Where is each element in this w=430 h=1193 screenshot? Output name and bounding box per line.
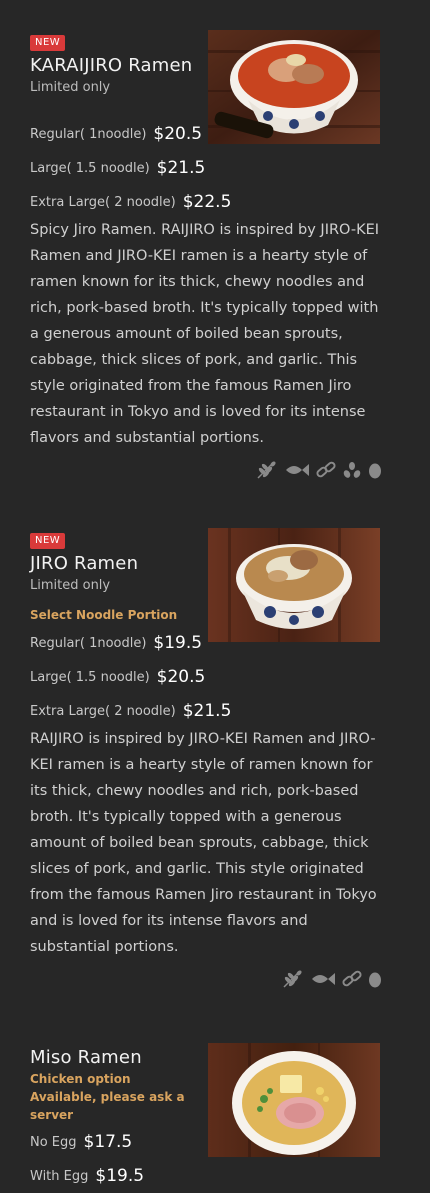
miso-ramen-photo: [208, 1043, 380, 1157]
size-price: $20.5: [153, 124, 203, 144]
size-option-extra-large[interactable]: Extra Large( 2 noodle) $22.5: [30, 185, 382, 219]
jiro-ramen-photo: [208, 528, 380, 642]
option-with-egg[interactable]: With Egg $19.5: [30, 1159, 382, 1193]
size-price: $21.5: [156, 158, 206, 178]
size-label: Large( 1.5 noodle): [30, 160, 150, 176]
karaijiro-ramen-photo: [208, 30, 380, 144]
new-badge: NEW: [30, 533, 66, 549]
item-description: Spicy Jiro Ramen. RAIJIRO is inspired by…: [30, 222, 380, 446]
size-option-large[interactable]: Large( 1.5 noodle) $21.5: [30, 151, 382, 185]
menu-item-karaijiro-ramen[interactable]: NEW KARAIJIRO Ramen Limited only Regular…: [30, 30, 382, 479]
menu-item-jiro-ramen[interactable]: NEW JIRO Ramen Limited only Select Noodl…: [30, 528, 382, 988]
option-price: $19.5: [95, 1166, 145, 1186]
chain-icon: [342, 970, 362, 988]
fish-icon: [310, 970, 336, 988]
size-label: Regular( 1noodle): [30, 126, 147, 142]
size-price: $20.5: [156, 667, 206, 687]
size-option-large[interactable]: Large( 1.5 noodle) $20.5: [30, 660, 382, 694]
item-description: RAIJIRO is inspired by JIRO-KEI Ramen an…: [30, 731, 377, 955]
allergen-icons: [30, 970, 382, 988]
egg-icon: [368, 461, 382, 479]
sesame-icon: [342, 461, 362, 479]
allergen-icons: [30, 461, 382, 479]
size-option-extra-large[interactable]: Extra Large( 2 noodle) $21.5: [30, 694, 382, 728]
size-price: $21.5: [182, 701, 232, 721]
size-label: Large( 1.5 noodle): [30, 669, 150, 685]
size-label: Extra Large( 2 noodle): [30, 703, 176, 719]
size-label: Regular( 1noodle): [30, 635, 147, 651]
size-price: $19.5: [153, 633, 203, 653]
egg-icon: [368, 970, 382, 988]
wheat-icon: [256, 461, 278, 479]
size-label: Extra Large( 2 noodle): [30, 194, 176, 210]
wheat-icon: [282, 970, 304, 988]
option-label: With Egg: [30, 1168, 89, 1184]
option-price: $17.5: [83, 1132, 133, 1152]
new-badge: NEW: [30, 35, 66, 51]
menu-item-miso-ramen[interactable]: Miso Ramen Chicken option Available, ple…: [30, 1043, 382, 1193]
size-price: $22.5: [182, 192, 232, 212]
chicken-option-notice: Chicken option Available, please ask a s…: [30, 1072, 185, 1122]
chain-icon: [316, 461, 336, 479]
option-label: No Egg: [30, 1134, 77, 1150]
fish-icon: [284, 461, 310, 479]
